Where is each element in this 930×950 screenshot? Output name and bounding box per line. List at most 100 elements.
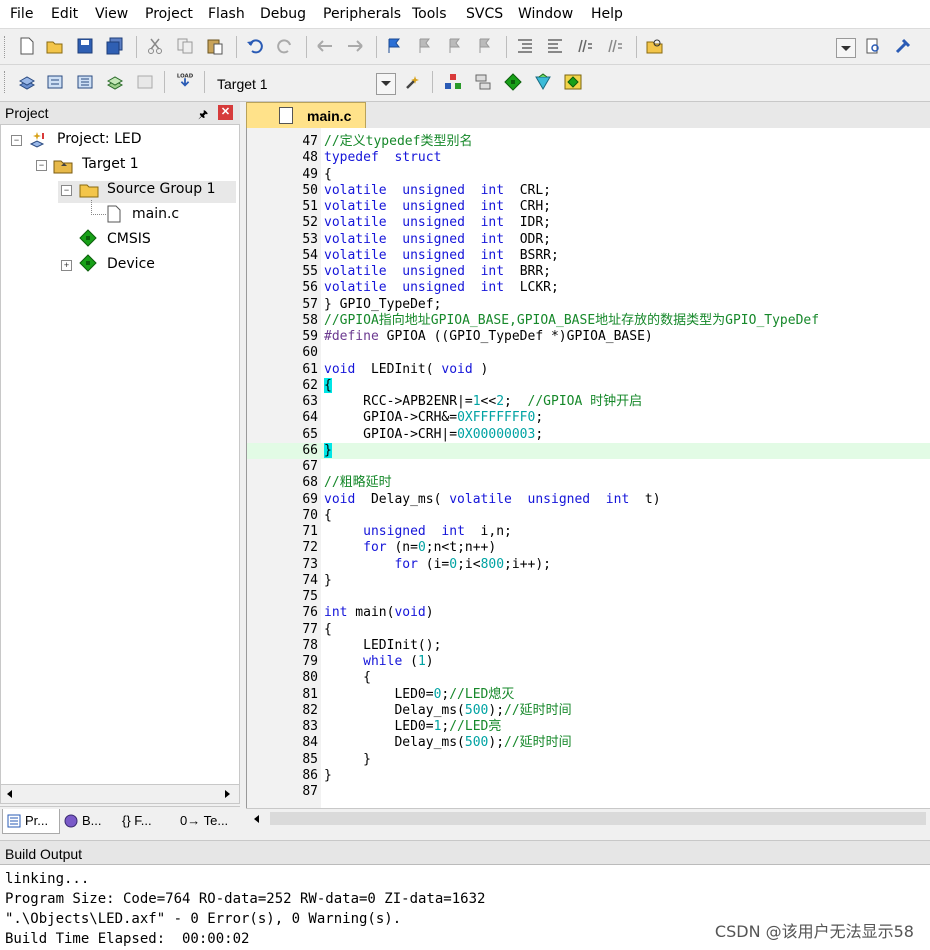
navigate-back-icon[interactable] (316, 37, 334, 55)
undo-icon[interactable] (246, 37, 264, 55)
new-file-icon[interactable] (18, 37, 36, 55)
download-load-icon[interactable]: LOAD (176, 71, 194, 89)
tab-functions[interactable]: {} F... (118, 809, 166, 833)
code-line[interactable]: 67 (247, 459, 930, 475)
code-line[interactable]: 85 } (247, 752, 930, 768)
expand-device-icon[interactable]: + (61, 260, 72, 271)
menu-tools[interactable]: Tools (412, 6, 447, 22)
code-line[interactable]: 68 //粗略延时 (247, 475, 930, 491)
clear-bookmarks-icon[interactable] (476, 37, 494, 55)
scrollbar-thumb[interactable] (270, 812, 926, 825)
code-line[interactable]: 49 { (247, 167, 930, 183)
code-line[interactable]: 51 volatile unsigned int CRH; (247, 199, 930, 215)
code-line[interactable]: 79 while (1) (247, 654, 930, 670)
tree-item-project[interactable]: Project: LED (57, 131, 142, 147)
code-line[interactable]: 82 Delay_ms(500);//延时时间 (247, 703, 930, 719)
code-line[interactable]: 54 volatile unsigned int BSRR; (247, 248, 930, 264)
scroll-right-icon[interactable] (225, 790, 230, 798)
code-editor[interactable]: 47 //定义typedef类型别名 48 typedef struct 49 {50 vo… (246, 128, 930, 808)
pin-icon[interactable]: 🖈 (198, 106, 208, 125)
menu-file[interactable]: File (10, 6, 33, 22)
code-line[interactable]: 56 volatile unsigned int LCKR; (247, 280, 930, 296)
scroll-left-icon[interactable] (254, 815, 259, 823)
code-line[interactable]: 63 RCC->APB2ENR|=1<<2; //GPIOA 时钟开启 (247, 394, 930, 410)
find-in-files-icon[interactable] (646, 37, 664, 55)
menu-debug[interactable]: Debug (260, 6, 306, 22)
bookmark-icon[interactable] (386, 37, 404, 55)
tree-item-device[interactable]: Device (107, 256, 155, 272)
tree-item-main-c[interactable]: main.c (132, 206, 179, 222)
code-line[interactable]: 81 LED0=0;//LED熄灭 (247, 687, 930, 703)
menu-peripherals[interactable]: Peripherals (323, 6, 401, 22)
code-line[interactable]: 52 volatile unsigned int IDR; (247, 215, 930, 231)
incremental-find-icon[interactable] (864, 37, 882, 55)
code-line[interactable]: 72 for (n=0;n<t;n++) (247, 540, 930, 556)
code-line[interactable]: 73 for (i=0;i<800;i++); (247, 557, 930, 573)
save-all-icon[interactable] (106, 37, 124, 55)
tab-books[interactable]: B... (60, 809, 116, 833)
indent-icon[interactable] (516, 37, 534, 55)
code-line[interactable]: 74} (247, 573, 930, 589)
tree-item-target[interactable]: Target 1 (82, 156, 139, 172)
pack-installer-icon[interactable] (534, 73, 552, 91)
code-line[interactable]: 64 GPIOA->CRH&=0XFFFFFFF0; (247, 410, 930, 426)
code-line[interactable]: 77 { (247, 622, 930, 638)
code-line[interactable]: 62 { (247, 377, 930, 394)
code-line[interactable]: 78 LEDInit(); (247, 638, 930, 654)
target-select-value[interactable]: Target 1 (217, 76, 268, 92)
unindent-icon[interactable] (546, 37, 564, 55)
menu-flash[interactable]: Flash (208, 6, 245, 22)
code-line[interactable]: 80 { (247, 670, 930, 686)
code-line[interactable]: 84 Delay_ms(500);//延时时间 (247, 735, 930, 751)
code-line[interactable]: 47 //定义typedef类型别名 (247, 134, 930, 150)
code-line[interactable]: 48 typedef struct (247, 150, 930, 166)
cut-icon[interactable] (146, 37, 164, 55)
code-line[interactable]: 50 volatile unsigned int CRL; (247, 183, 930, 199)
code-line[interactable]: 87 (247, 784, 930, 800)
menu-help[interactable]: Help (591, 6, 623, 22)
copy-icon[interactable] (176, 37, 194, 55)
tab-main-c[interactable]: main.c (246, 102, 366, 129)
build-icon[interactable] (46, 73, 64, 91)
find-combo-dropdown[interactable] (836, 38, 856, 58)
tree-item-cmsis[interactable]: CMSIS (107, 231, 151, 247)
code-line[interactable]: 71 unsigned int i,n; (247, 524, 930, 540)
code-line[interactable]: 75 (247, 589, 930, 605)
code-line[interactable]: 66} (247, 442, 930, 459)
configure-icon[interactable] (894, 37, 912, 55)
menu-window[interactable]: Window (518, 6, 573, 22)
close-icon[interactable]: ✕ (218, 105, 233, 120)
stop-build-icon[interactable] (136, 73, 154, 91)
editor-horizontal-scrollbar[interactable] (246, 808, 930, 829)
code-line[interactable]: 61 void LEDInit( void ) (247, 362, 930, 378)
menu-project[interactable]: Project (145, 6, 193, 22)
code-line[interactable]: 70 { (247, 508, 930, 524)
target-select-dropdown[interactable] (376, 73, 396, 95)
manage-project-items-icon[interactable] (444, 73, 462, 91)
sw-components-icon[interactable] (564, 73, 582, 91)
tab-project[interactable]: Pr... (2, 809, 60, 834)
code-line[interactable]: 83 LED0=1;//LED亮 (247, 719, 930, 735)
navigate-forward-icon[interactable] (346, 37, 364, 55)
target-options-icon[interactable] (404, 73, 422, 91)
collapse-group-icon[interactable]: − (61, 185, 72, 196)
comment-icon[interactable] (576, 37, 594, 55)
save-icon[interactable] (76, 37, 94, 55)
prev-bookmark-icon[interactable] (416, 37, 434, 55)
manage-rte-icon[interactable] (504, 73, 522, 91)
menu-svcs[interactable]: SVCS (466, 6, 503, 22)
menu-view[interactable]: View (95, 6, 128, 22)
code-line[interactable]: 69 void Delay_ms( volatile unsigned int t… (247, 492, 930, 508)
code-line[interactable]: 58 //GPIOA指向地址GPIOA_BASE,GPIOA_BASE地址存放的数… (247, 313, 930, 329)
collapse-project-icon[interactable]: − (11, 135, 22, 146)
code-line[interactable]: 55 volatile unsigned int BRR; (247, 264, 930, 280)
code-line[interactable]: 65 GPIOA->CRH|=0X00000003; (247, 427, 930, 443)
open-folder-icon[interactable] (46, 37, 64, 55)
rebuild-icon[interactable] (76, 73, 94, 91)
menu-edit[interactable]: Edit (51, 6, 78, 22)
select-packs-icon[interactable] (474, 73, 492, 91)
redo-icon[interactable] (276, 37, 294, 55)
code-line[interactable]: 59 #define GPIOA ((GPIO_TypeDef *)GPIOA_B… (247, 329, 930, 345)
code-line[interactable]: 76 int main(void) (247, 605, 930, 621)
scroll-left-icon[interactable] (7, 790, 12, 798)
